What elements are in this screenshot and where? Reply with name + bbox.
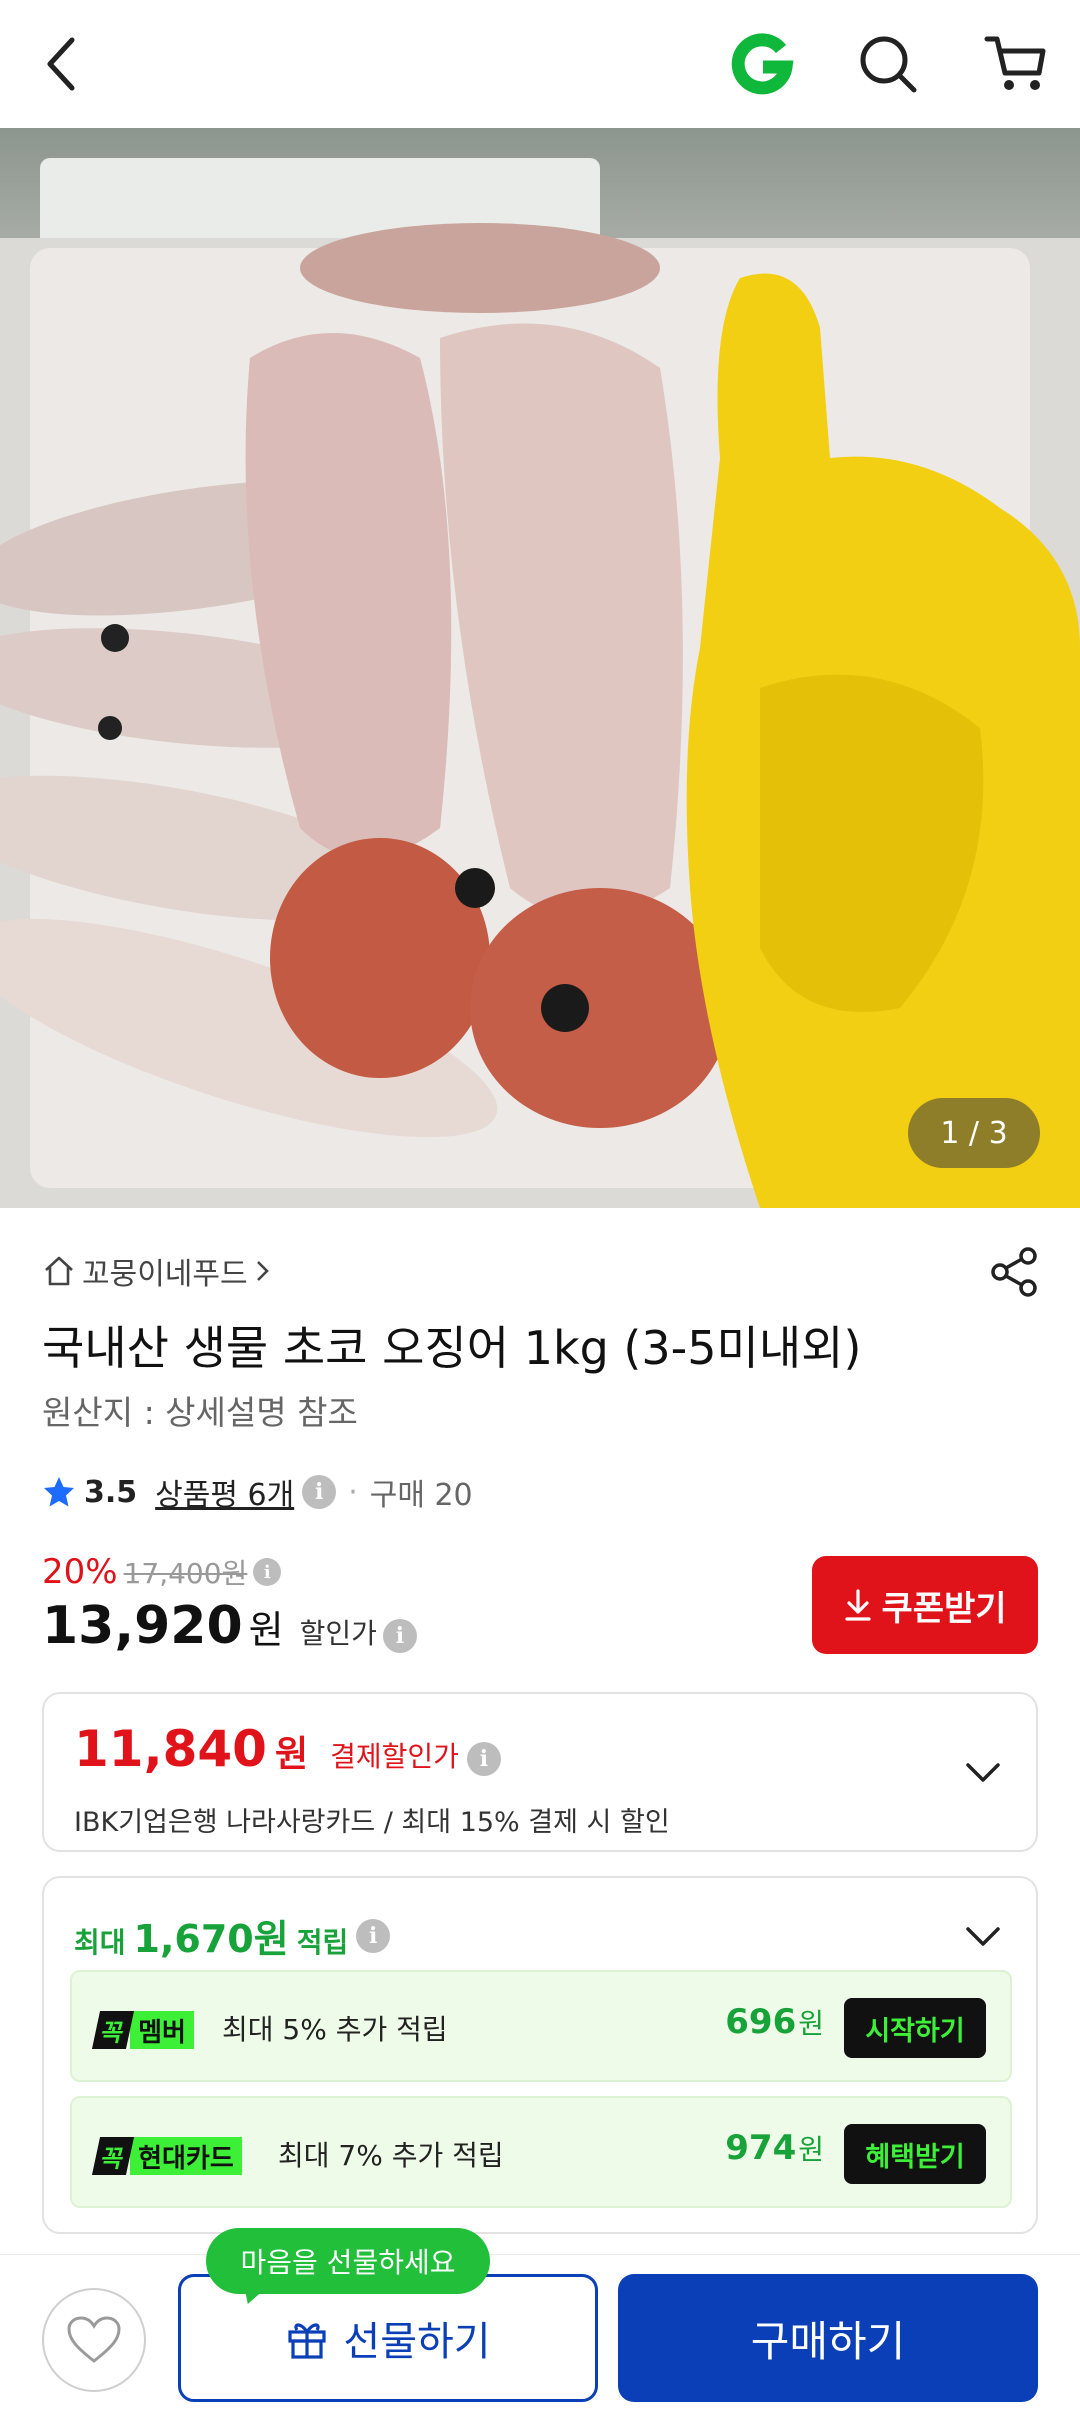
hyundai-card-benefit-row: 꼭 현대카드 최대 7% 추가 적립 974 원 혜택받기	[70, 2096, 1012, 2208]
heart-icon	[67, 2316, 121, 2363]
separator-dot: ·	[348, 1474, 358, 1510]
original-price: 17,400원	[123, 1557, 248, 1590]
gift-tooltip: 마음을 선물하세요	[206, 2228, 490, 2294]
info-icon[interactable]: i	[382, 1619, 417, 1653]
payment-discount-description: IBK기업은행 나라사랑카드 / 최대 15% 결제 시 할인	[74, 1807, 670, 1838]
badge-k: 꼭	[91, 2137, 135, 2175]
review-count-link[interactable]: 상품평 6개	[155, 1470, 294, 1514]
purchase-count: 구매 20	[369, 1478, 473, 1513]
price-label: 할인가	[299, 1617, 377, 1650]
gmarket-logo-icon[interactable]	[726, 28, 798, 100]
cart-icon[interactable]	[980, 28, 1052, 100]
product-title: 국내산 생물 초코 오징어 1kg (3-5미내외)	[42, 1321, 862, 1375]
payment-discount-panel[interactable]: 11,840 원 결제할인가 i IBK기업은행 나라사랑카드 / 최대 15%…	[42, 1692, 1038, 1852]
benefit-points: 696 원	[725, 2002, 824, 2042]
get-benefit-button[interactable]: 혜택받기	[844, 2124, 986, 2184]
benefit-points-unit: 원	[798, 2007, 824, 2040]
seller-store-link[interactable]: 꼬뭉이네푸드	[42, 1248, 272, 1294]
info-icon[interactable]: i	[356, 1918, 391, 1953]
image-counter: 1 / 3	[908, 1098, 1040, 1168]
buy-now-button[interactable]: 구매하기	[618, 2274, 1038, 2402]
product-photo-squid	[0, 158, 1080, 1208]
payment-discount-unit: 원	[274, 1734, 309, 1775]
smile-club-member-badge: 꼭 멤버	[91, 2010, 194, 2050]
hyundai-card-badge: 꼭 현대카드	[91, 2136, 242, 2176]
info-icon[interactable]: i	[466, 1742, 501, 1776]
benefit-points-value: 696	[725, 2002, 797, 2042]
discount-percent: 20%	[42, 1552, 118, 1592]
payment-discount-label: 결제할인가	[330, 1740, 459, 1773]
info-icon[interactable]: i	[253, 1558, 282, 1586]
product-origin: 원산지 : 상세설명 참조	[42, 1393, 358, 1432]
price-unit: 원	[248, 1608, 284, 1652]
benefit-points-unit: 원	[798, 2133, 824, 2166]
gift-label: 선물하기	[343, 2319, 491, 2365]
wishlist-heart-button[interactable]	[42, 2288, 146, 2392]
points-prefix: 최대	[74, 1926, 126, 1959]
badge-k: 꼭	[91, 2011, 135, 2049]
badge-text: 멤버	[130, 2011, 194, 2049]
price-row: 13,920 원 할인가 i	[42, 1596, 417, 1660]
download-icon	[845, 1589, 872, 1621]
start-member-button[interactable]: 시작하기	[844, 1998, 986, 2058]
rating-score: 3.5	[84, 1474, 138, 1510]
points-suffix: 적립	[296, 1926, 349, 1959]
top-app-bar	[0, 0, 1080, 128]
info-icon[interactable]: i	[302, 1475, 337, 1509]
sale-price: 13,920	[42, 1596, 243, 1656]
seller-name: 꼬뭉이네푸드	[82, 1257, 248, 1292]
points-amount: 1,670원	[133, 1917, 289, 1961]
benefit-text: 최대 5% 추가 적립	[222, 2013, 448, 2046]
benefit-text: 최대 7% 추가 적립	[278, 2139, 504, 2172]
star-icon	[44, 1477, 74, 1507]
benefit-points-value: 974	[725, 2128, 797, 2168]
back-chevron-icon[interactable]	[26, 28, 98, 100]
points-panel: 최대 1,670원 적립 i 꼭 멤버 최대 5% 추가 적립 696 원 시작…	[42, 1876, 1038, 2234]
coupon-label: 쿠폰받기	[881, 1588, 1007, 1629]
benefit-points: 974 원	[725, 2128, 824, 2168]
coupon-download-button[interactable]: 쿠폰받기	[812, 1556, 1038, 1654]
discount-row: 20% 17,400원 i	[42, 1550, 282, 1594]
chevron-down-icon[interactable]	[960, 1750, 1006, 1796]
share-icon[interactable]	[986, 1244, 1042, 1300]
product-image-carousel[interactable]: 1 / 3	[0, 128, 1080, 1208]
gift-icon	[288, 2323, 326, 2359]
rating-row: 3.5 상품평 6개 i · 구매 20	[42, 1468, 473, 1516]
search-icon[interactable]	[852, 28, 924, 100]
chevron-down-icon[interactable]	[960, 1914, 1006, 1960]
payment-discount-amount: 11,840	[74, 1720, 267, 1778]
payment-discount-price: 11,840 원 결제할인가 i	[74, 1720, 501, 1778]
max-points-summary: 최대 1,670원 적립 i	[74, 1908, 391, 1963]
member-benefit-row: 꼭 멤버 최대 5% 추가 적립 696 원 시작하기	[70, 1970, 1012, 2082]
home-icon	[45, 1256, 73, 1286]
badge-text: 현대카드	[130, 2137, 242, 2175]
chevron-right-icon	[256, 1261, 269, 1281]
